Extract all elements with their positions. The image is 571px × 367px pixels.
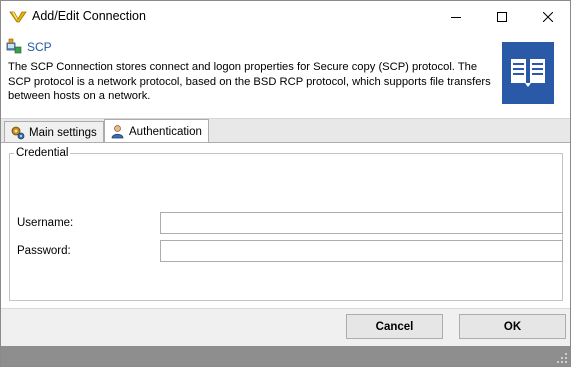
tab-authentication[interactable]: Authentication [104, 119, 209, 143]
app-logo-icon [9, 9, 27, 23]
minimize-button[interactable] [433, 1, 479, 32]
user-icon [111, 125, 124, 139]
add-edit-connection-window: Add/Edit Connection SCP The SCP Connecti… [0, 0, 571, 367]
password-field[interactable] [160, 240, 563, 262]
tab-main-settings[interactable]: Main settings [4, 121, 104, 143]
gears-icon [11, 126, 25, 140]
book-icon [511, 59, 545, 87]
credential-group-title: Credential [14, 147, 71, 159]
window-title: Add/Edit Connection [32, 9, 146, 23]
tab-authentication-label: Authentication [129, 125, 202, 138]
protocol-title: SCP [27, 40, 52, 54]
network-connection-icon [6, 38, 22, 54]
credential-group: Credential Username: Password: [9, 147, 563, 301]
authentication-panel: Credential Username: Password: [1, 142, 570, 308]
cancel-button[interactable]: Cancel [346, 314, 443, 339]
ok-button[interactable]: OK [459, 314, 566, 339]
resize-grip-icon[interactable] [556, 352, 568, 364]
maximize-icon [497, 11, 507, 22]
username-label: Username: [17, 217, 74, 229]
password-label: Password: [17, 245, 71, 257]
minimize-icon [451, 16, 461, 18]
username-field[interactable] [160, 212, 563, 234]
dialog-footer: Cancel OK [1, 308, 570, 346]
close-icon [543, 11, 553, 22]
close-button[interactable] [525, 1, 571, 32]
protocol-description: The SCP Connection stores connect and lo… [8, 61, 491, 102]
tab-main-settings-label: Main settings [29, 126, 97, 139]
maximize-button[interactable] [479, 1, 525, 32]
book-tile [502, 42, 554, 104]
tab-strip: Main settings Authentication [1, 118, 570, 143]
status-bar [1, 346, 570, 366]
title-bar[interactable]: Add/Edit Connection [1, 1, 570, 32]
connection-header: SCP The SCP Connection stores connect an… [1, 32, 570, 118]
